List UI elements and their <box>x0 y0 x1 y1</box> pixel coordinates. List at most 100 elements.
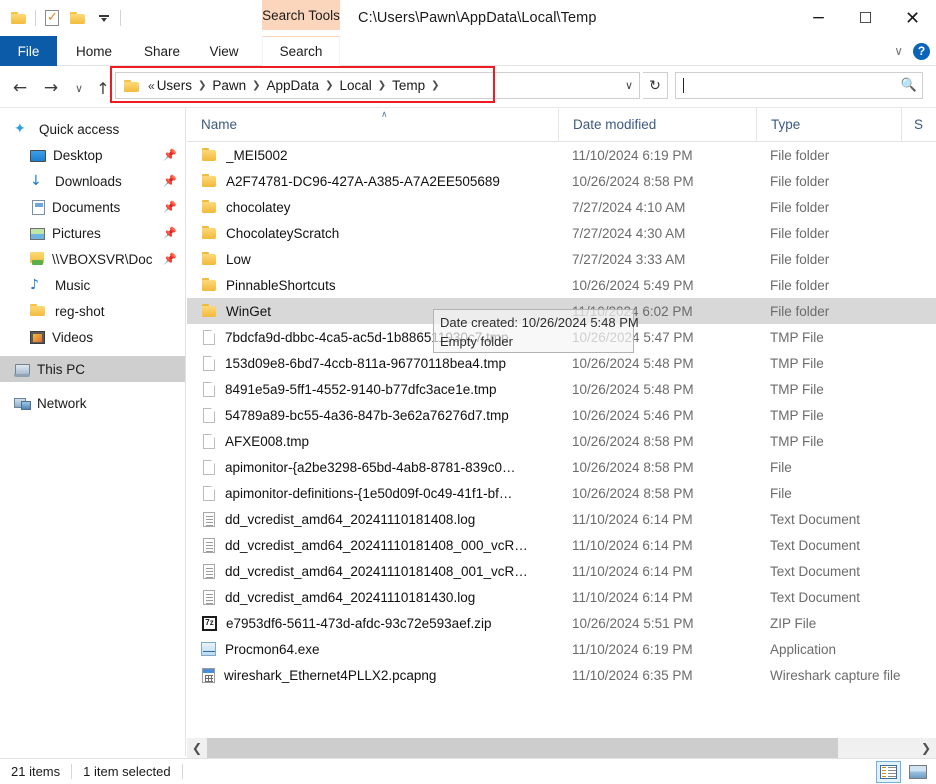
file-name-label: A2F74781-DC96-427A-A385-A7A2EE505689 <box>226 173 500 189</box>
table-row[interactable]: apimonitor-{a2be3298-65bd-4ab8-8781-839c… <box>187 454 936 480</box>
date-modified-cell: 11/10/2024 6:14 PM <box>572 537 693 553</box>
tab-search[interactable]: Search <box>262 36 340 66</box>
pin-icon[interactable]: 📌 <box>163 227 177 240</box>
customize-qat-icon[interactable] <box>91 5 117 31</box>
pin-icon[interactable]: 📌 <box>163 149 177 162</box>
table-row[interactable]: AFXE008.tmp 10/26/2024 8:58 PM TMP File <box>187 428 936 454</box>
refresh-button[interactable]: ↻ <box>643 72 668 99</box>
blank-file-icon <box>203 433 215 449</box>
sidebar-item-documents[interactable]: Documents 📌 <box>0 194 185 220</box>
tab-home[interactable]: Home <box>57 36 131 66</box>
sidebar-item-label: Music <box>55 277 91 293</box>
search-icon[interactable]: 🔍 <box>896 78 922 93</box>
pin-icon[interactable]: 📌 <box>163 201 177 214</box>
large-icons-view-button[interactable] <box>905 761 930 783</box>
horizontal-scrollbar[interactable]: ❮ ❯ <box>187 738 936 758</box>
table-row[interactable]: 54789a89-bc55-4a36-847b-3e62a76276d7.tmp… <box>187 402 936 428</box>
sidebar-item-reg-shot[interactable]: reg-shot <box>0 298 185 324</box>
column-header-type[interactable]: Type <box>756 108 901 142</box>
table-row[interactable]: 7z e7953df6-5611-473d-afdc-93c72e593aef.z… <box>187 610 936 636</box>
breadcrumb-item-appdata[interactable]: AppData <box>267 78 320 93</box>
type-cell: File <box>770 485 792 501</box>
breadcrumb-separator-icon[interactable]: ❯ <box>425 80 445 91</box>
table-row[interactable]: ChocolateyScratch 7/27/2024 4:30 AM File f… <box>187 220 936 246</box>
sidebar-item-label: Videos <box>52 329 94 345</box>
table-row[interactable]: Low 7/27/2024 3:33 AM File folder <box>187 246 936 272</box>
tab-view[interactable]: View <box>193 36 255 66</box>
properties-icon[interactable]: ✓ <box>39 5 65 31</box>
sidebar-item-videos[interactable]: Videos <box>0 324 185 350</box>
tab-share[interactable]: Share <box>131 36 193 66</box>
table-row[interactable]: Procmon64.exe 11/10/2024 6:19 PM Applicati… <box>187 636 936 662</box>
computer-icon <box>14 363 30 377</box>
table-row[interactable]: apimonitor-definitions-{1e50d09f-0c49-41… <box>187 480 936 506</box>
breadcrumb-separator-icon[interactable]: ❯ <box>319 80 339 91</box>
breadcrumb-separator-icon[interactable]: ❯ <box>372 80 392 91</box>
column-header-date-modified[interactable]: Date modified <box>558 108 756 142</box>
file-name-label: 153d09e8-6bd7-4ccb-811a-96770118bea4.tmp <box>225 355 506 371</box>
minimize-button[interactable]: − <box>795 0 842 36</box>
sidebar-item-quick-access[interactable]: ✦ Quick access <box>0 116 185 142</box>
table-row[interactable]: PinnableShortcuts 10/26/2024 5:49 PM File … <box>187 272 936 298</box>
type-cell: File folder <box>770 173 830 189</box>
search-box[interactable]: 🔍 <box>675 72 923 99</box>
date-modified-cell: 11/10/2024 6:14 PM <box>572 589 693 605</box>
sidebar-item-pictures[interactable]: Pictures 📌 <box>0 220 185 246</box>
sidebar-item-downloads[interactable]: ↓ Downloads 📌 <box>0 168 185 194</box>
breadcrumb-separator-icon[interactable]: ❯ <box>246 80 266 91</box>
sidebar-item-music[interactable]: ♪ Music <box>0 272 185 298</box>
new-folder-icon[interactable] <box>65 5 91 31</box>
breadcrumb-separator-icon[interactable]: ❯ <box>192 80 212 91</box>
sidebar-item-this-pc[interactable]: This PC <box>0 356 185 382</box>
column-header-name-label: Name <box>201 117 238 132</box>
table-row[interactable]: 8491e5a9-5ff1-4552-9140-b77dfc3ace1e.tmp… <box>187 376 936 402</box>
scroll-left-button[interactable]: ❮ <box>187 738 207 758</box>
column-header-name[interactable]: Name ∧ <box>187 108 558 142</box>
table-row[interactable]: dd_vcredist_amd64_20241110181430.log 11/1… <box>187 584 936 610</box>
status-item-count: 21 items <box>11 764 61 779</box>
back-button[interactable]: ← <box>7 75 33 101</box>
help-icon[interactable]: ? <box>913 42 930 60</box>
title-bar: ✓ Search Tools C:\Users\Pawn\AppData\Loc… <box>0 0 936 36</box>
pin-icon[interactable]: 📌 <box>163 253 177 266</box>
search-input[interactable] <box>684 77 896 94</box>
breadcrumb[interactable]: « Users ❯ Pawn ❯ AppData ❯ Local ❯ Temp … <box>115 72 640 99</box>
file-name-cell: _MEI5002 <box>187 147 558 163</box>
column-header-size[interactable]: S <box>901 108 936 142</box>
date-modified-cell: 10/26/2024 5:46 PM <box>572 407 694 423</box>
recent-locations-button[interactable]: ∨ <box>66 75 92 101</box>
sidebar-item-vboxsvr-doc[interactable]: \\VBOXSVR\Doc 📌 <box>0 246 185 272</box>
scrollbar-track[interactable] <box>207 738 916 758</box>
table-row[interactable]: dd_vcredist_amd64_20241110181408_001_vcR… <box>187 558 936 584</box>
pin-icon[interactable]: 📌 <box>163 175 177 188</box>
sidebar-item-network[interactable]: Network <box>0 390 185 416</box>
maximize-button[interactable]: ☐ <box>842 0 889 36</box>
forward-button[interactable]: → <box>38 75 64 101</box>
breadcrumb-item-pawn[interactable]: Pawn <box>212 78 246 93</box>
file-name-cell: dd_vcredist_amd64_20241110181408_000_vcR… <box>187 537 558 553</box>
date-modified-cell: 7/27/2024 3:33 AM <box>572 251 686 267</box>
table-row[interactable]: chocolatey 7/27/2024 4:10 AM File folder <box>187 194 936 220</box>
table-row[interactable]: dd_vcredist_amd64_20241110181408.log 11/1… <box>187 506 936 532</box>
scrollbar-thumb[interactable] <box>207 738 838 758</box>
table-row[interactable]: dd_vcredist_amd64_20241110181408_000_vcR… <box>187 532 936 558</box>
table-row[interactable]: A2F74781-DC96-427A-A385-A7A2EE505689 10/2… <box>187 168 936 194</box>
breadcrumb-item-local[interactable]: Local <box>339 78 371 93</box>
sidebar-item-desktop[interactable]: Desktop 📌 <box>0 142 185 168</box>
table-row[interactable]: 153d09e8-6bd7-4ccb-811a-96770118bea4.tmp… <box>187 350 936 376</box>
breadcrumb-item-users[interactable]: Users <box>157 78 192 93</box>
folder-icon <box>201 251 218 267</box>
date-modified-cell: 10/26/2024 8:58 PM <box>572 433 694 449</box>
breadcrumb-overflow-icon[interactable]: « <box>148 79 157 93</box>
folder-icon[interactable] <box>6 5 32 31</box>
up-button[interactable]: ↑ <box>90 75 116 101</box>
close-button[interactable]: ✕ <box>889 0 936 36</box>
scroll-right-button[interactable]: ❯ <box>916 738 936 758</box>
details-view-button[interactable] <box>876 761 901 783</box>
tab-file[interactable]: File <box>0 36 57 66</box>
table-row[interactable]: wireshark_Ethernet4PLLX2.pcapng 11/10/202… <box>187 662 936 688</box>
table-row[interactable]: _MEI5002 11/10/2024 6:19 PM File folder <box>187 142 936 168</box>
chevron-down-icon[interactable]: ∨ <box>894 44 903 58</box>
address-dropdown-button[interactable]: ∨ <box>618 73 640 98</box>
breadcrumb-item-temp[interactable]: Temp <box>392 78 425 93</box>
